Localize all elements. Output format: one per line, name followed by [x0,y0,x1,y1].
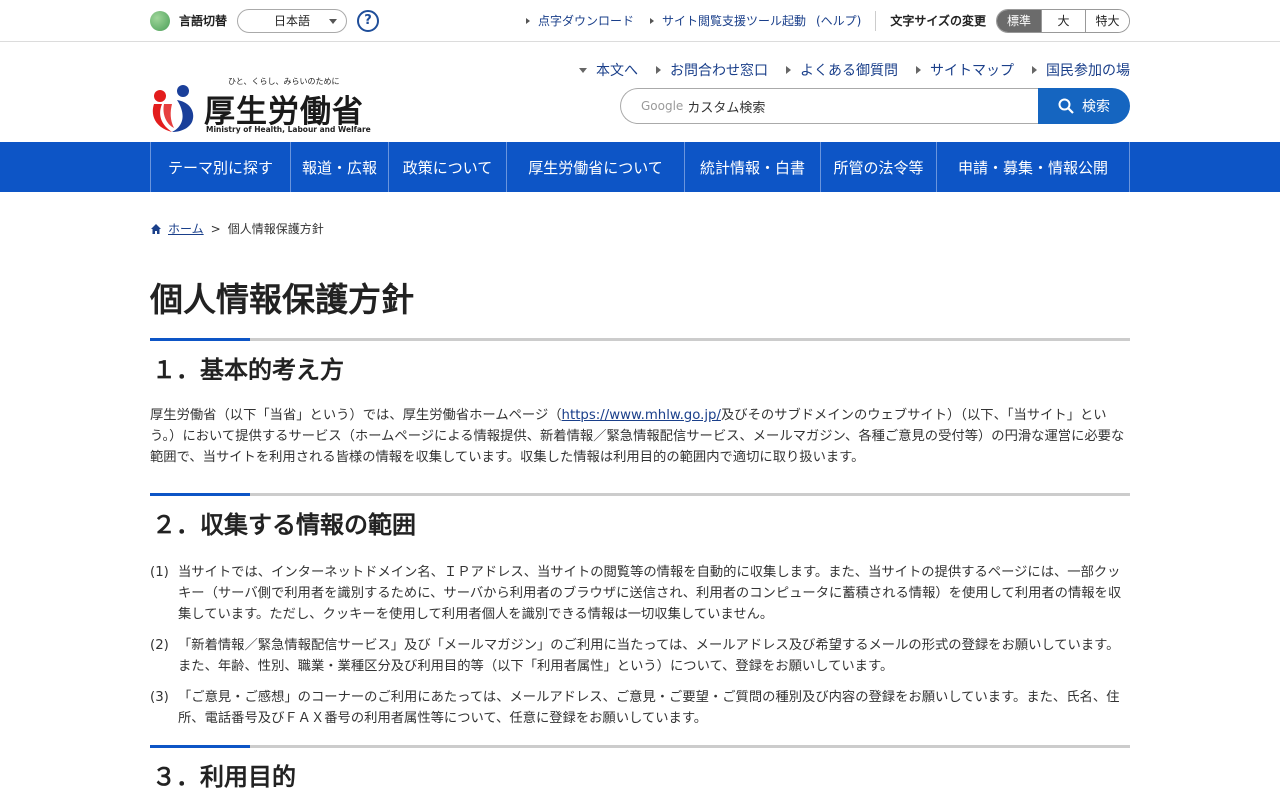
page-title: 個人情報保護方針 [150,280,414,319]
public-participation-link[interactable]: 国民参加の場 [1032,60,1130,80]
mhlw-url-link[interactable]: https://www.mhlw.go.jp/ [562,408,721,423]
faq-link[interactable]: よくある御質問 [786,60,898,80]
skip-to-content-link[interactable]: 本文へ [579,60,638,80]
font-size-standard-button[interactable]: 標準 [997,9,1041,32]
search-icon [1058,98,1074,114]
section-basic-policy: １．基本的考え方 厚生労働省（以下「当省」という）では、厚生労働省ホームページ（… [150,338,1130,468]
collected-info-list: (1) 当サイトでは、インターネットドメイン名、ＩＰアドレス、当サイトの閲覧等の… [150,562,1130,729]
list-item-number: (1) [150,565,169,580]
gnav-item-laws[interactable]: 所管の法令等 [821,142,937,192]
main-content: 個人情報保護方針 １．基本的考え方 厚生労働省（以下「当省」という）では、厚生労… [150,270,1130,800]
list-item: (2) 「新着情報／緊急情報配信サービス」及び「メールマガジン」のご利用に当たっ… [150,635,1130,677]
search-placeholder: カスタム検索 [687,100,766,116]
section-paragraph: 厚生労働省（以下「当省」という）では、厚生労働省ホームページ（https://w… [150,408,1125,465]
section-heading: １．基本的考え方 [152,356,344,384]
browsing-support-help-link[interactable]: (ヘルプ) [816,12,861,29]
header-nav: 本文へ お問合わせ窓口 よくある御質問 サイトマップ 国民参加の場 [561,60,1130,80]
font-size-xlarge-button[interactable]: 特大 [1085,9,1129,32]
section-divider [150,493,1130,496]
search-bar: Google カスタム検索 検索 [620,88,1130,124]
font-size-large-button[interactable]: 大 [1041,9,1085,32]
section-divider [150,338,1130,341]
gnav-item-about-ministry[interactable]: 厚生労働省について [507,142,685,192]
list-item: (3) 「ご意見・ご感想」のコーナーのご利用にあたっては、メールアドレス、ご意見… [150,687,1130,729]
breadcrumb-separator: > [210,221,221,236]
breadcrumb: ホーム > 個人情報保護方針 [150,220,324,237]
chevron-down-icon [329,18,338,24]
list-item-number: (3) [150,690,169,705]
section-heading: ３．利用目的 [152,763,296,791]
help-icon[interactable]: ? [357,9,380,32]
list-item-text: 「ご意見・ご感想」のコーナーのご利用にあたっては、メールアドレス、ご意見・ご要望… [178,690,1120,726]
gnav-item-applications[interactable]: 申請・募集・情報公開 [937,142,1130,192]
list-item-text: 「新着情報／緊急情報配信サービス」及び「メールマガジン」のご利用に当たっては、メ… [178,638,1120,674]
home-icon [151,223,161,234]
breadcrumb-current: 個人情報保護方針 [227,222,324,236]
globe-icon [150,10,170,31]
search-button[interactable]: 検索 [1038,88,1130,124]
gnav-item-statistics[interactable]: 統計情報・白書 [685,142,821,192]
section-purpose: ３．利用目的 [150,745,1130,800]
gnav-item-press[interactable]: 報道・広報 [291,142,389,192]
list-item: (1) 当サイトでは、インターネットドメイン名、ＩＰアドレス、当サイトの閲覧等の… [150,562,1130,625]
browsing-support-tool-link[interactable]: サイト閲覧支援ツール起動 [650,12,806,29]
language-label: 言語切替 [179,14,228,28]
mhlw-logo-icon [152,85,194,132]
gnav-item-themes[interactable]: テーマ別に探す [151,142,291,192]
site-logo[interactable]: ひと、くらし、みらいのために 厚生労働省 Ministry of Health,… [150,76,371,136]
braille-download-link[interactable]: 点字ダウンロード [526,12,634,29]
search-input[interactable]: Google カスタム検索 [620,88,1038,124]
logo-english-name: Ministry of Health, Labour and Welfare [206,125,371,134]
section-divider [150,745,1130,748]
site-header: ひと、くらし、みらいのために 厚生労働省 Ministry of Health,… [0,42,1280,142]
section-collected-info: ２．収集する情報の範囲 (1) 当サイトでは、インターネットドメイン名、ＩＰアド… [150,493,1130,729]
breadcrumb-home-link[interactable]: ホーム [168,220,204,237]
section-heading: ２．収集する情報の範囲 [152,511,416,539]
font-size-label: 文字サイズの変更 [890,14,986,28]
gnav-item-policies[interactable]: 政策について [389,142,507,192]
contact-link[interactable]: お問合わせ窓口 [656,60,768,80]
list-item-number: (2) [150,638,169,653]
divider [875,10,877,31]
language-select[interactable]: 日本語 [237,8,348,33]
global-nav: テーマ別に探す 報道・広報 政策について 厚生労働省について 統計情報・白書 所… [0,142,1280,192]
font-size-switcher: 標準 大 特大 [996,8,1130,33]
google-label: Google [641,99,684,113]
sitemap-link[interactable]: サイトマップ [916,60,1014,80]
utility-bar: 言語切替 日本語 ? 点字ダウンロード サイト閲覧支援ツール起動 (ヘルプ) 文… [0,0,1280,42]
list-item-text: 当サイトでは、インターネットドメイン名、ＩＰアドレス、当サイトの閲覧等の情報を自… [178,565,1122,622]
